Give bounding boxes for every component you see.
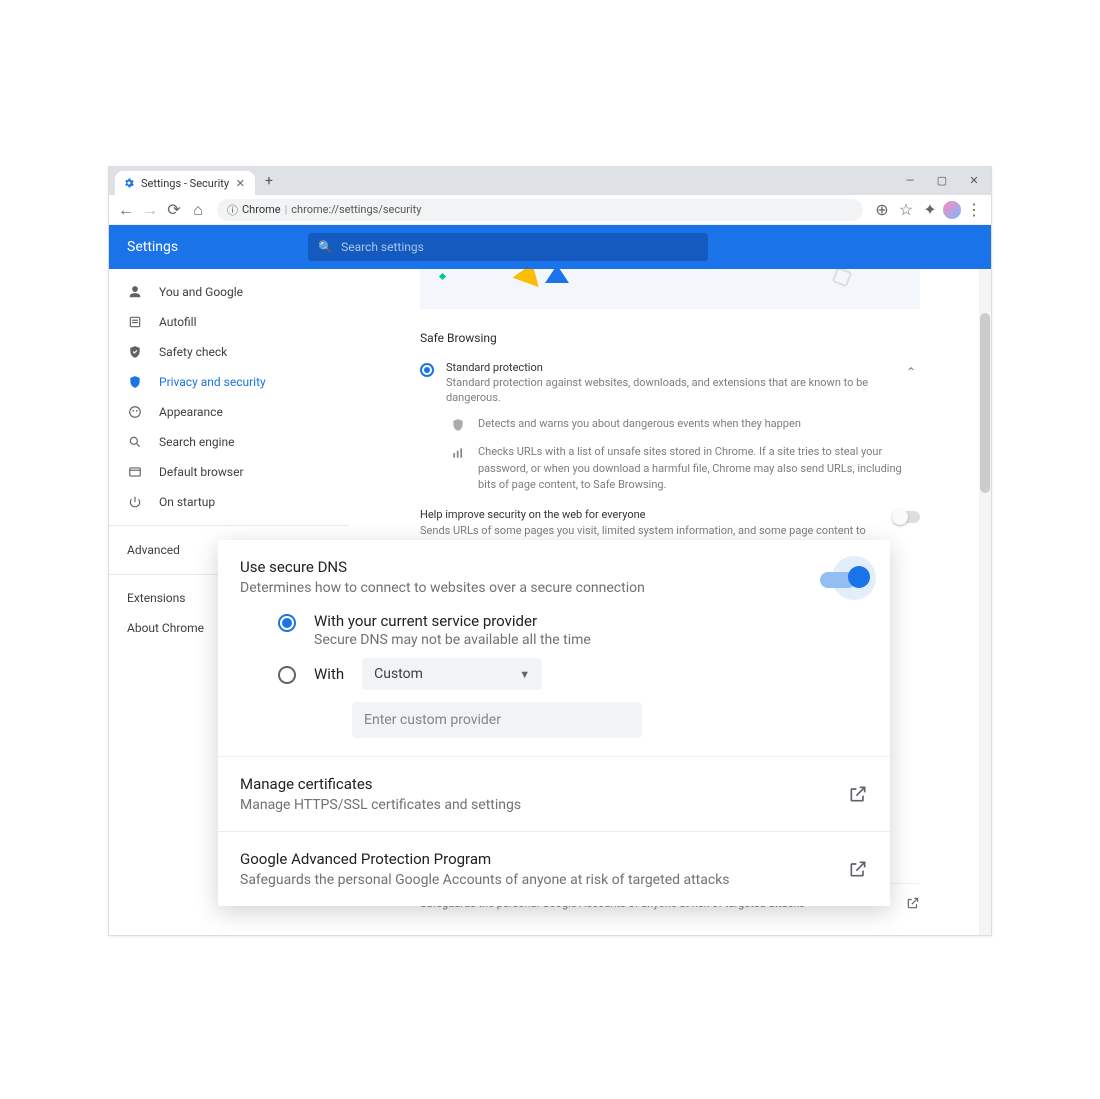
scrollbar-thumb[interactable] (980, 313, 990, 493)
dns-select-value: Custom (374, 666, 423, 682)
sidebar-item-default-browser[interactable]: Default browser (109, 457, 349, 487)
sidebar-item-you-and-google[interactable]: You and Google (109, 277, 349, 307)
settings-header: Settings 🔍 Search settings (109, 225, 991, 269)
advanced-label: Advanced (127, 543, 180, 557)
chevron-down-icon: ▼ (519, 668, 530, 681)
secure-dns-title: Use secure DNS (240, 558, 645, 576)
secure-dns-toggle[interactable] (820, 558, 868, 602)
manage-certificates-title: Manage certificates (240, 775, 521, 793)
bookmark-star-icon[interactable]: ☆ (895, 199, 917, 221)
menu-kebab-icon[interactable]: ⋮ (963, 199, 985, 221)
autofill-icon (127, 315, 143, 329)
search-settings-input[interactable]: 🔍 Search settings (308, 233, 708, 261)
radio-selected-icon (420, 363, 434, 377)
appearance-icon (127, 405, 143, 419)
url-path: chrome://settings/security (291, 203, 421, 216)
advanced-protection-row[interactable]: Google Advanced Protection Program Safeg… (240, 850, 868, 888)
search-icon: 🔍 (318, 240, 333, 254)
sidebar-label: Default browser (159, 465, 244, 479)
dns-option2-label: With (314, 665, 344, 683)
standard-protection-title: Standard protection (446, 361, 890, 374)
help-improve-title: Help improve security on the web for eve… (420, 508, 884, 521)
illustration-banner (420, 269, 920, 309)
search-placeholder: Search settings (341, 240, 424, 254)
new-tab-button[interactable]: + (259, 171, 279, 191)
window-controls: — ▢ ✕ (895, 167, 989, 193)
standard-protection-sub: Standard protection against websites, do… (446, 375, 890, 406)
dns-provider-select[interactable]: Custom ▼ (362, 658, 542, 690)
window-minimize-button[interactable]: — (895, 167, 925, 193)
dns-option-current-provider[interactable]: With your current service provider Secur… (240, 602, 868, 648)
window-maximize-button[interactable]: ▢ (927, 167, 957, 193)
sidebar-item-appearance[interactable]: Appearance (109, 397, 349, 427)
standard-protection-radio[interactable]: Standard protection Standard protection … (420, 357, 920, 410)
sidebar-item-on-startup[interactable]: On startup (109, 487, 349, 517)
sidebar-label: Privacy and security (159, 375, 266, 389)
sidebar-label: You and Google (159, 285, 243, 299)
about-label: About Chrome (127, 621, 204, 635)
info-row-detects: Detects and warns you about dangerous ev… (420, 410, 920, 439)
power-icon (127, 495, 143, 509)
reload-button[interactable]: ⟳ (163, 199, 185, 221)
browser-icon (127, 465, 143, 479)
sidebar-item-privacy-and-security[interactable]: Privacy and security (109, 367, 349, 397)
safety-check-icon (127, 345, 143, 359)
advanced-protection-sub: Safeguards the personal Google Accounts … (240, 872, 730, 888)
window-close-button[interactable]: ✕ (959, 167, 989, 193)
globe-shield-icon (450, 416, 466, 432)
sidebar-item-search-engine[interactable]: Search engine (109, 427, 349, 457)
url-host: Chrome (242, 203, 281, 216)
site-info-icon[interactable]: ⓘ (227, 202, 238, 218)
extensions-puzzle-icon[interactable]: ✦ (919, 199, 941, 221)
dns-option1-sub: Secure DNS may not be available all the … (314, 632, 591, 648)
sidebar-label: Search engine (159, 435, 234, 449)
extensions-label: Extensions (127, 591, 185, 605)
search-engine-icon (127, 435, 143, 449)
safe-browsing-heading: Safe Browsing (420, 323, 920, 357)
address-bar[interactable]: ⓘ Chrome | chrome://settings/security (217, 199, 863, 221)
tab-title: Settings - Security (141, 177, 229, 190)
sidebar-label: Safety check (159, 345, 227, 359)
dns-option1-title: With your current service provider (314, 612, 591, 630)
external-link-icon (906, 896, 920, 913)
radio-selected-icon (278, 614, 296, 632)
external-link-icon (848, 859, 868, 879)
tab-settings-security[interactable]: Settings - Security ✕ (115, 171, 255, 195)
content-scrollbar[interactable] (979, 269, 991, 935)
tab-close-icon[interactable]: ✕ (234, 177, 247, 190)
secure-dns-sub: Determines how to connect to websites ov… (240, 580, 645, 596)
gear-icon (123, 177, 135, 189)
settings-title: Settings (127, 239, 178, 255)
info-row-checks-urls: Checks URLs with a list of unsafe sites … (420, 438, 920, 500)
profile-avatar[interactable] (943, 201, 961, 219)
dns-custom-provider-input[interactable]: Enter custom provider (352, 702, 642, 738)
external-link-icon (848, 784, 868, 804)
sidebar-label: On startup (159, 495, 215, 509)
advanced-protection-title: Google Advanced Protection Program (240, 850, 730, 868)
chart-icon (450, 444, 466, 460)
zoom-indicator-icon[interactable]: ⊕ (871, 199, 893, 221)
info-text: Detects and warns you about dangerous ev… (478, 416, 801, 433)
home-button[interactable]: ⌂ (187, 199, 209, 221)
sidebar-label: Autofill (159, 315, 197, 329)
sidebar-item-autofill[interactable]: Autofill (109, 307, 349, 337)
person-icon (127, 285, 143, 299)
back-button[interactable]: ← (115, 199, 137, 221)
tab-strip: Settings - Security ✕ + — ▢ ✕ (109, 167, 991, 195)
radio-unselected-icon (278, 666, 296, 684)
dns-input-placeholder: Enter custom provider (364, 712, 501, 728)
info-text: Checks URLs with a list of unsafe sites … (478, 444, 920, 494)
manage-certificates-row[interactable]: Manage certificates Manage HTTPS/SSL cer… (240, 775, 868, 813)
browser-toolbar: ← → ⟳ ⌂ ⓘ Chrome | chrome://settings/sec… (109, 195, 991, 225)
dns-option-custom[interactable]: With Custom ▼ (240, 648, 868, 690)
shield-icon (127, 375, 143, 389)
help-improve-toggle[interactable] (894, 511, 920, 523)
sidebar-label: Appearance (159, 405, 223, 419)
secure-dns-panel: Use secure DNS Determines how to connect… (218, 540, 890, 906)
collapse-chevron-up-icon[interactable]: ⌃ (902, 361, 920, 383)
manage-certificates-sub: Manage HTTPS/SSL certificates and settin… (240, 797, 521, 813)
sidebar-item-safety-check[interactable]: Safety check (109, 337, 349, 367)
forward-button[interactable]: → (139, 199, 161, 221)
